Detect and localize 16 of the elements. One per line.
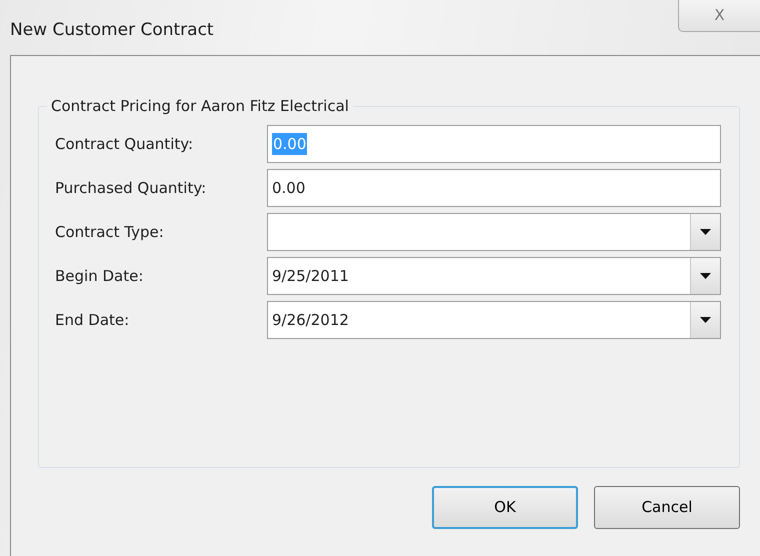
dialog-button[interactable]: Cancel <box>594 486 740 529</box>
dialog-button[interactable]: OK <box>432 486 578 529</box>
dropdown-arrow-icon <box>700 317 711 323</box>
dropdown-field[interactable]: 9/26/2012 <box>267 301 721 339</box>
field-label: Begin Date: <box>55 266 144 287</box>
dropdown-arrow-icon <box>700 273 711 279</box>
window-title: New Customer Contract <box>10 19 214 42</box>
dropdown-field[interactable] <box>267 213 721 251</box>
field-label: End Date: <box>55 310 130 331</box>
field-label: Purchased Quantity: <box>55 178 208 199</box>
close-button[interactable]: X <box>678 0 760 32</box>
field-label: Contract Quantity: <box>55 134 194 155</box>
input-field[interactable]: 0.00 <box>267 169 721 207</box>
dropdown-field[interactable]: 9/25/2011 <box>267 257 721 295</box>
field-label: Contract Type: <box>55 222 165 243</box>
dropdown-arrow-icon <box>700 229 711 235</box>
